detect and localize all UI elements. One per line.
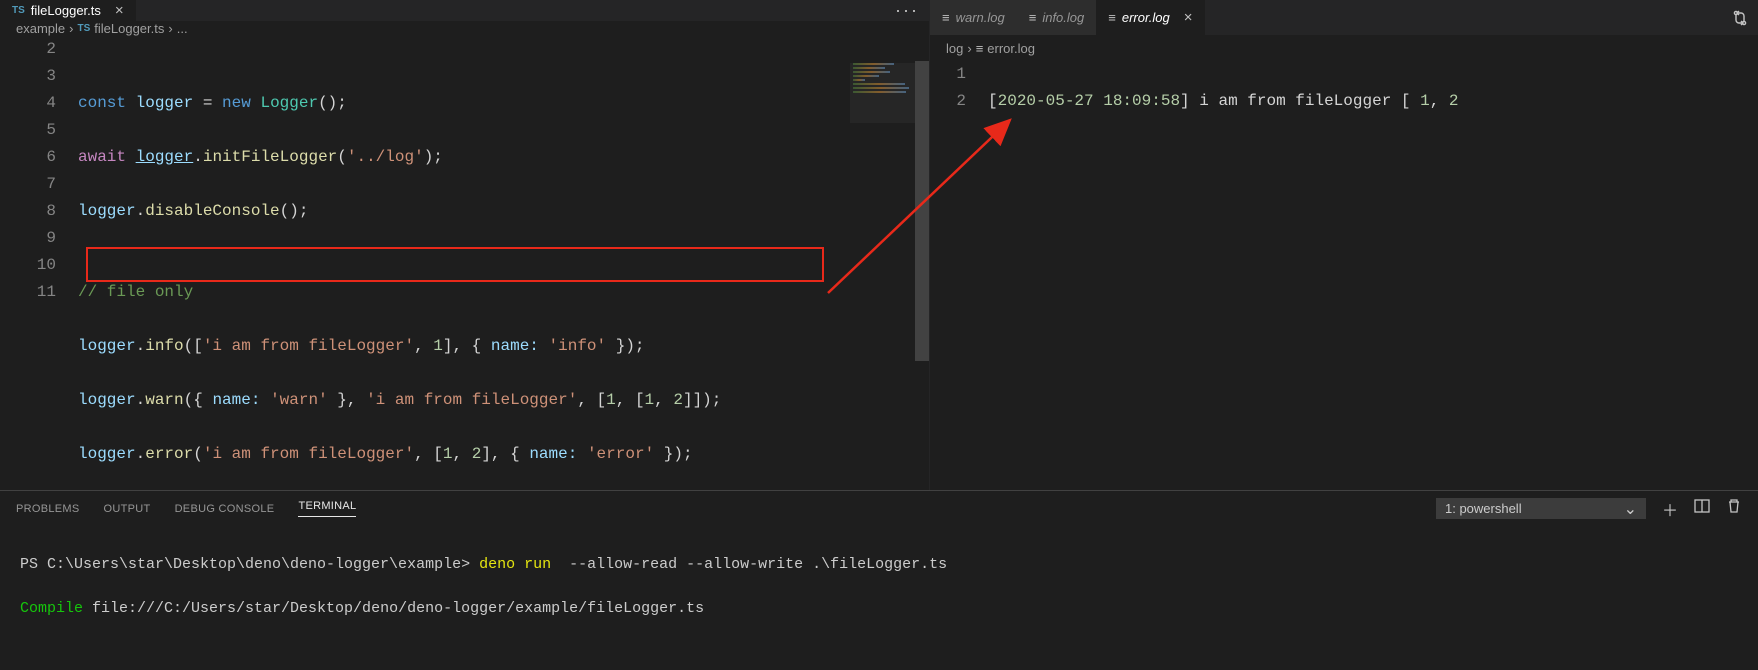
left-code-area[interactable]: 2 3 4 5 6 7 8 9 10 11 const logger = new… bbox=[0, 36, 929, 549]
terminal-select[interactable]: 1: powershell bbox=[1436, 498, 1646, 519]
breadcrumb-folder: example bbox=[16, 21, 65, 36]
panel-tab-debug[interactable]: DEBUG CONSOLE bbox=[175, 503, 275, 515]
code-line: logger.warn({ name: 'warn' }, 'i am from… bbox=[78, 387, 929, 414]
tab-label: fileLogger.ts bbox=[31, 3, 101, 18]
close-icon[interactable]: × bbox=[1184, 9, 1193, 26]
ts-icon: TS bbox=[77, 23, 90, 34]
right-editor-pane: ≡ warn.log ≡ info.log ≡ error.log × bbox=[930, 0, 1758, 490]
left-breadcrumb[interactable]: example › TS fileLogger.ts › ... bbox=[0, 21, 929, 36]
trash-icon[interactable] bbox=[1726, 498, 1742, 519]
code-line: // file only bbox=[78, 279, 929, 306]
gutter: 1 2 bbox=[930, 61, 988, 490]
right-tab-bar: ≡ warn.log ≡ info.log ≡ error.log × bbox=[930, 0, 1758, 35]
chevron-right-icon: › bbox=[967, 41, 971, 56]
code-line: const logger = new Logger(); bbox=[78, 90, 929, 117]
minimap[interactable] bbox=[850, 63, 915, 123]
code-lines[interactable]: const logger = new Logger(); await logge… bbox=[78, 36, 929, 549]
bottom-panel: PROBLEMS OUTPUT DEBUG CONSOLE TERMINAL 1… bbox=[0, 490, 1758, 659]
code-line: logger.disableConsole(); bbox=[78, 198, 929, 225]
log-lines[interactable]: [2020-05-27 18:09:58] i am from fileLogg… bbox=[988, 61, 1758, 490]
tab-filelogger[interactable]: TS fileLogger.ts × bbox=[0, 0, 136, 21]
split-terminal-icon[interactable] bbox=[1694, 498, 1710, 519]
log-line: [2020-05-27 18:09:58] i am from fileLogg… bbox=[988, 88, 1758, 115]
tab-error-log[interactable]: ≡ error.log × bbox=[1096, 0, 1204, 35]
close-icon[interactable]: × bbox=[115, 2, 124, 19]
file-icon: ≡ bbox=[1029, 10, 1037, 25]
terminal-line: Compile file:///C:/Users/star/Desktop/de… bbox=[20, 598, 1738, 620]
tab-label: info.log bbox=[1042, 10, 1084, 25]
scrollbar[interactable] bbox=[915, 61, 929, 490]
left-tab-bar: TS fileLogger.ts × ··· bbox=[0, 0, 929, 21]
file-icon: ≡ bbox=[942, 10, 950, 25]
tab-info-log[interactable]: ≡ info.log bbox=[1017, 0, 1097, 35]
terminal-body[interactable]: PS C:\Users\star\Desktop\deno\deno-logge… bbox=[0, 526, 1758, 670]
tab-label: warn.log bbox=[956, 10, 1005, 25]
ts-icon: TS bbox=[12, 5, 25, 16]
chevron-right-icon: › bbox=[69, 21, 73, 36]
panel-tabs: PROBLEMS OUTPUT DEBUG CONSOLE TERMINAL 1… bbox=[0, 491, 1758, 526]
breadcrumb-tail: ... bbox=[177, 21, 188, 36]
git-compare-icon[interactable] bbox=[1732, 10, 1748, 26]
more-icon[interactable]: ··· bbox=[895, 0, 919, 21]
panel-tab-problems[interactable]: PROBLEMS bbox=[16, 503, 80, 515]
panel-tab-terminal[interactable]: TERMINAL bbox=[298, 500, 356, 517]
breadcrumb-folder: log bbox=[946, 41, 963, 56]
code-line: logger.info(['i am from fileLogger', 1],… bbox=[78, 333, 929, 360]
scrollbar-thumb[interactable] bbox=[915, 61, 929, 361]
file-icon: ≡ bbox=[1108, 10, 1116, 25]
panel-tab-output[interactable]: OUTPUT bbox=[104, 503, 151, 515]
new-terminal-icon[interactable]: ＋ bbox=[1662, 497, 1678, 521]
tab-actions bbox=[1722, 0, 1758, 35]
breadcrumb-file: error.log bbox=[987, 41, 1035, 56]
breadcrumb-file: fileLogger.ts bbox=[94, 21, 164, 36]
gutter: 2 3 4 5 6 7 8 9 10 11 bbox=[0, 36, 78, 549]
terminal-line: PS C:\Users\star\Desktop\deno\deno-logge… bbox=[20, 554, 1738, 576]
file-icon: ≡ bbox=[976, 41, 984, 56]
tab-actions: ··· bbox=[885, 0, 929, 21]
code-line: logger.error('i am from fileLogger', [1,… bbox=[78, 441, 929, 468]
left-editor-pane: TS fileLogger.ts × ··· example › TS file… bbox=[0, 0, 930, 490]
right-breadcrumb[interactable]: log › ≡ error.log bbox=[930, 35, 1758, 61]
tab-warn-log[interactable]: ≡ warn.log bbox=[930, 0, 1017, 35]
tab-label: error.log bbox=[1122, 10, 1170, 25]
right-code-area[interactable]: 1 2 [2020-05-27 18:09:58] i am from file… bbox=[930, 61, 1758, 490]
code-line: await logger.initFileLogger('../log'); bbox=[78, 144, 929, 171]
chevron-right-icon: › bbox=[168, 21, 172, 36]
